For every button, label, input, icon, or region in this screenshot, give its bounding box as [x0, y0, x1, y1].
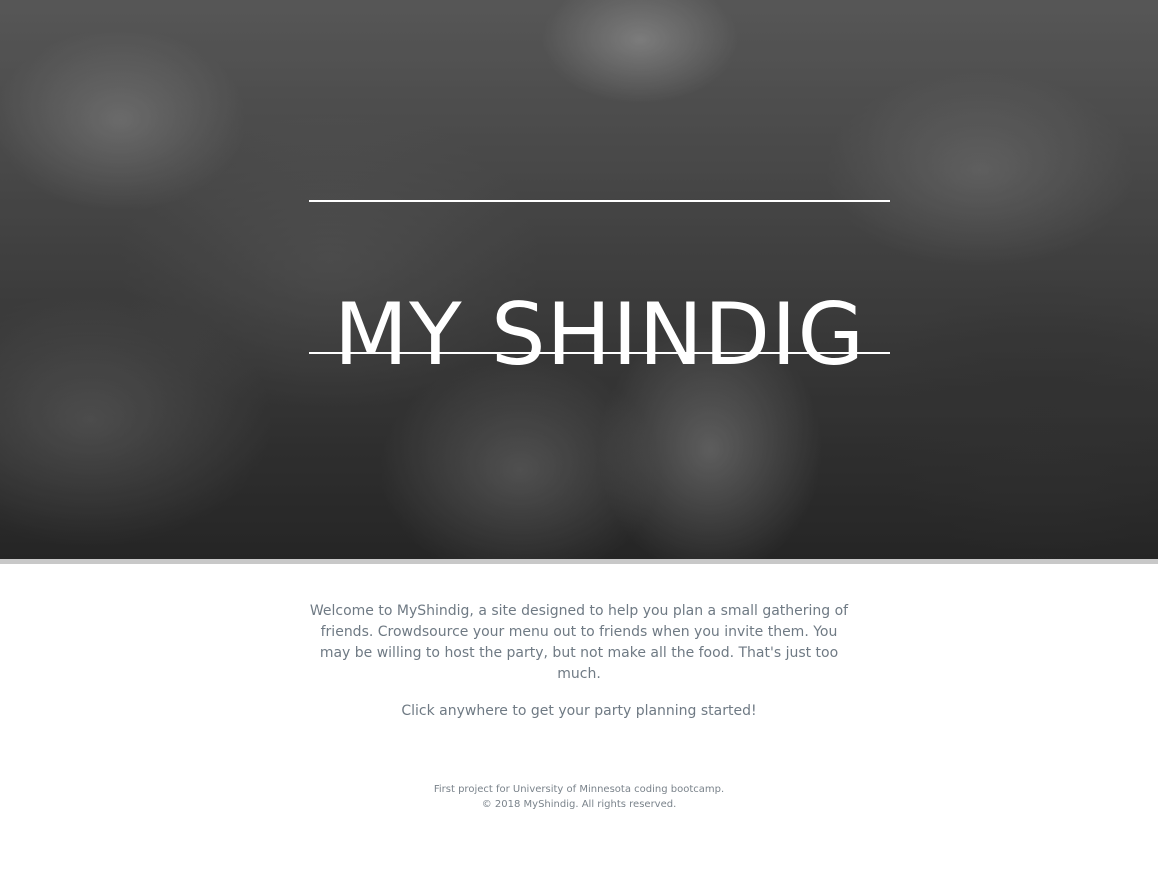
title-top-rule — [309, 200, 890, 202]
hero-divider — [0, 559, 1158, 564]
title-block: MY SHINDIG — [309, 200, 890, 385]
main-content[interactable]: Welcome to MyShindig, a site designed to… — [0, 601, 1158, 722]
footer-copyright: © 2018 MyShindig. All rights reserved. — [481, 799, 677, 810]
get-started-prompt: Click anywhere to get your party plannin… — [401, 703, 757, 719]
footer: First project for University of Minnesot… — [0, 782, 1158, 812]
site-title: MY SHINDIG — [333, 284, 866, 385]
intro-paragraph: Welcome to MyShindig, a site designed to… — [309, 603, 849, 682]
hero-banner[interactable]: MY SHINDIG — [0, 0, 1158, 559]
footer-credit: First project for University of Minnesot… — [433, 784, 725, 795]
title-bottom-rule — [309, 352, 890, 354]
